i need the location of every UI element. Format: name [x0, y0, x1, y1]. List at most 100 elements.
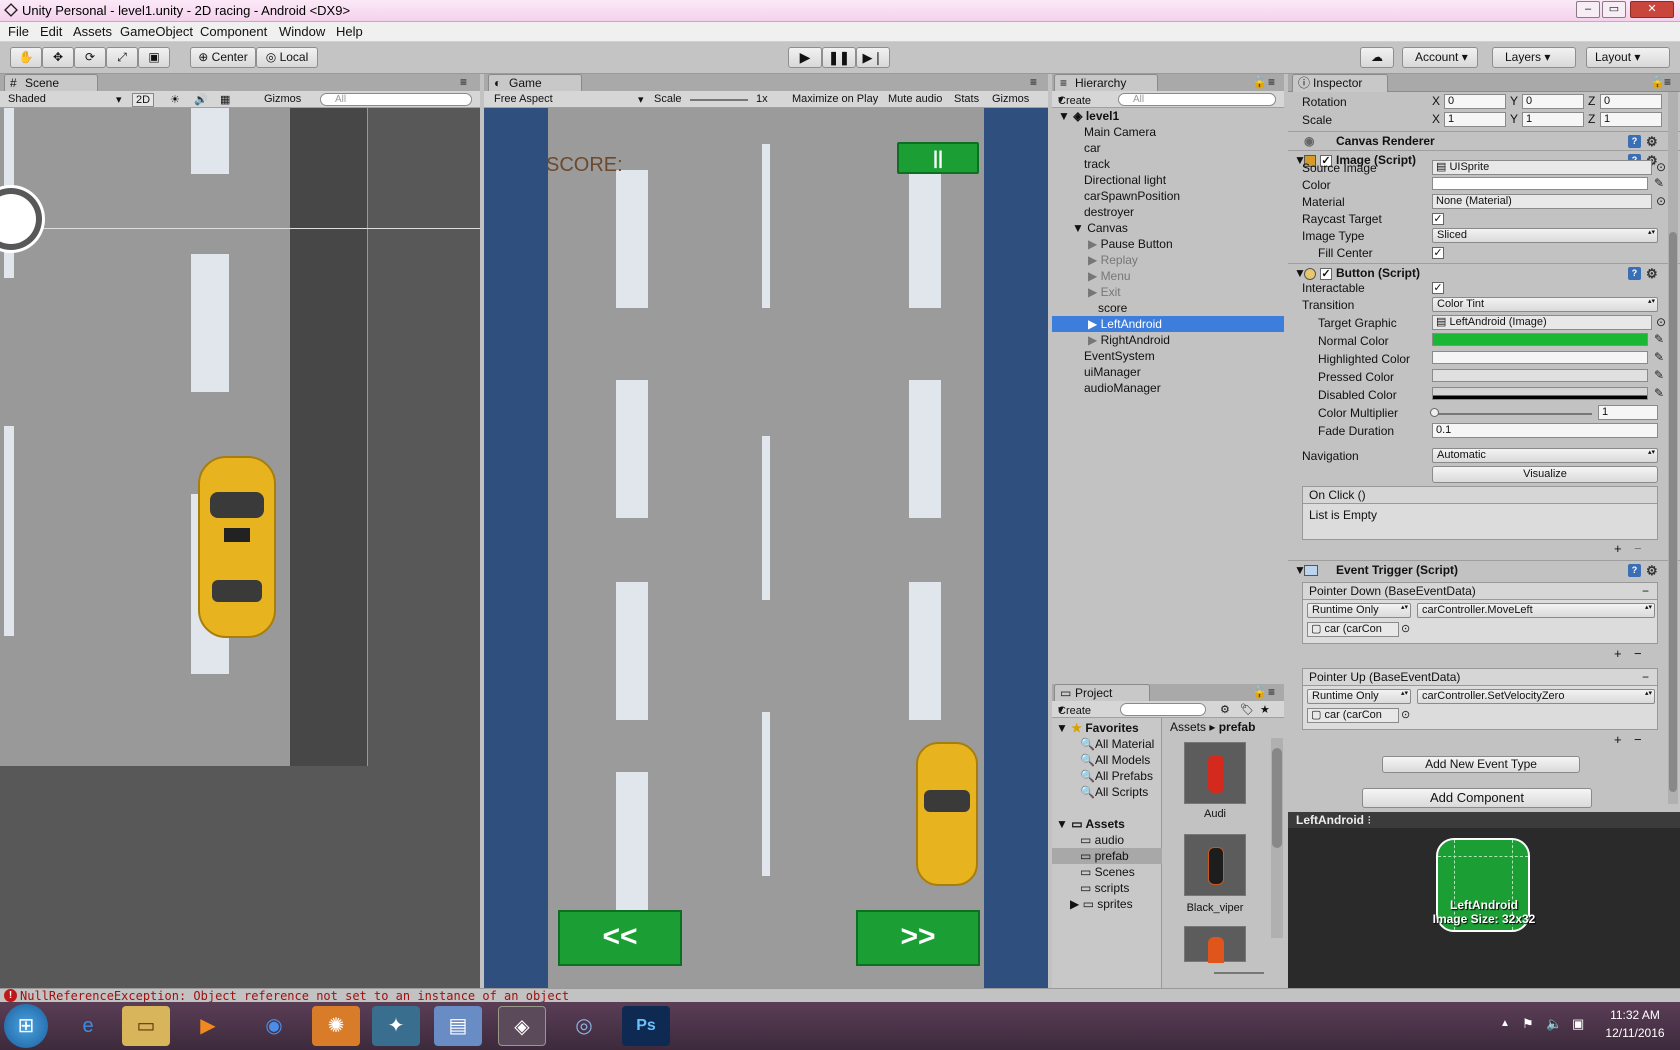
add-new-event-type-button[interactable]: Add New Event Type: [1382, 756, 1580, 773]
project-scrollbar[interactable]: [1271, 738, 1283, 938]
object-picker-icon[interactable]: ⊙: [1656, 315, 1666, 329]
target-object-field[interactable]: ▢ car (carCon: [1307, 622, 1399, 637]
favorite-all-models[interactable]: 🔍All Models: [1052, 752, 1162, 768]
transition-dropdown[interactable]: Color Tint: [1432, 297, 1658, 312]
project-scroll-thumb[interactable]: [1272, 748, 1282, 848]
menu-file[interactable]: File: [8, 24, 29, 39]
hierarchy-item-destroyer[interactable]: destroyer: [1052, 204, 1284, 220]
scene-gizmos-dropdown[interactable]: Gizmos: [264, 93, 301, 105]
color-multiplier-field[interactable]: 1: [1598, 405, 1658, 420]
eclipse-icon[interactable]: ◎: [560, 1006, 608, 1046]
pressed-color-swatch[interactable]: [1432, 369, 1648, 382]
hierarchy-scene-root[interactable]: ▼ ◈ level1: [1052, 108, 1284, 124]
clock-time[interactable]: 11:32 AM: [1600, 1008, 1670, 1022]
hierarchy-item-menu[interactable]: ▶ Menu: [1052, 268, 1284, 284]
hierarchy-item-car[interactable]: car: [1052, 140, 1284, 156]
favorite-all-prefabs[interactable]: 🔍All Prefabs: [1052, 768, 1162, 784]
pivot-local-toggle[interactable]: ◎ Local: [256, 47, 318, 68]
status-bar[interactable]: ! NullReferenceException: Object referen…: [0, 988, 1680, 1003]
right-android-button[interactable]: >>: [856, 910, 980, 966]
preview-drag-icon[interactable]: ⁝: [1367, 813, 1371, 827]
start-button-icon[interactable]: ⊞: [4, 1004, 48, 1048]
audio-toggle-icon[interactable]: 🔊: [194, 93, 208, 106]
scene-viewport[interactable]: [0, 108, 480, 988]
help-icon[interactable]: ?: [1628, 267, 1641, 280]
target-graphic-field[interactable]: ▤ LeftAndroid (Image): [1432, 315, 1652, 330]
disabled-color-swatch[interactable]: [1432, 387, 1648, 400]
scale-y-field[interactable]: 1: [1522, 112, 1584, 127]
visualize-button[interactable]: Visualize: [1432, 466, 1658, 483]
remove-listener-icon[interactable]: −: [1634, 732, 1642, 747]
hierarchy-item-right-android[interactable]: ▶ RightAndroid: [1052, 332, 1284, 348]
unity-taskbar-icon[interactable]: ◈: [498, 1006, 546, 1046]
media-player-icon[interactable]: ▶: [184, 1006, 232, 1046]
filter-label-icon[interactable]: 🏷: [1240, 703, 1254, 716]
asset-folder-sprites[interactable]: ▶ ▭ sprites: [1052, 896, 1162, 912]
car-sprite[interactable]: [198, 456, 276, 638]
asset-folder-prefab[interactable]: ▭ prefab: [1052, 848, 1162, 864]
scene-search-input[interactable]: All: [320, 93, 472, 106]
flag-icon[interactable]: ⚑: [1522, 1016, 1534, 1032]
app-icon[interactable]: ✺: [312, 1006, 360, 1046]
favorites-header[interactable]: ▼ ★ Favorites: [1052, 720, 1162, 736]
eyedropper-icon[interactable]: ✎: [1654, 332, 1664, 346]
panel-menu-icon[interactable]: ≡: [460, 75, 467, 89]
aspect-dropdown[interactable]: Free Aspect: [494, 93, 553, 105]
canvas-renderer-header[interactable]: ◉ Canvas Renderer ? ⚙: [1288, 131, 1680, 150]
gear-icon[interactable]: ⚙: [1646, 135, 1658, 148]
interactable-checkbox[interactable]: ✓: [1432, 282, 1444, 294]
hierarchy-item-canvas[interactable]: ▼ Canvas: [1052, 220, 1284, 236]
hierarchy-item-track[interactable]: track: [1052, 156, 1284, 172]
lock-icon[interactable]: 🔒: [1650, 75, 1665, 89]
minimize-button[interactable]: ‒: [1576, 1, 1600, 18]
move-tool-icon[interactable]: ✥: [42, 47, 74, 68]
layers-dropdown[interactable]: Layers ▾: [1492, 47, 1576, 68]
layout-dropdown[interactable]: Layout ▾: [1586, 47, 1670, 68]
hierarchy-item-main-camera[interactable]: Main Camera: [1052, 124, 1284, 140]
network-icon[interactable]: ▣: [1572, 1016, 1584, 1032]
lock-icon[interactable]: 🔒: [1252, 75, 1267, 89]
scale-z-field[interactable]: 1: [1600, 112, 1662, 127]
tab-hierarchy[interactable]: ≡ Hierarchy: [1054, 74, 1158, 92]
target-object-field[interactable]: ▢ car (carCon: [1307, 708, 1399, 723]
account-dropdown[interactable]: Account ▾: [1402, 47, 1478, 68]
runtime-mode-dropdown[interactable]: Runtime Only: [1307, 603, 1411, 618]
cloud-icon[interactable]: ☁: [1360, 47, 1394, 68]
lock-icon[interactable]: 🔒: [1252, 685, 1267, 699]
tab-project[interactable]: ▭ Project: [1054, 684, 1150, 702]
scale-slider[interactable]: [690, 99, 748, 101]
panel-menu-icon[interactable]: ≡: [1268, 685, 1275, 699]
project-create-dropdown[interactable]: Create ▾: [1058, 703, 1091, 717]
eyedropper-icon[interactable]: ✎: [1654, 386, 1664, 400]
menu-assets[interactable]: Assets: [73, 24, 112, 39]
remove-event-icon[interactable]: −: [1642, 583, 1649, 599]
help-icon[interactable]: ?: [1628, 135, 1641, 148]
step-button[interactable]: ▶❘: [856, 47, 890, 68]
remove-event-icon[interactable]: −: [1642, 669, 1649, 685]
menu-help[interactable]: Help: [336, 24, 363, 39]
color-swatch[interactable]: [1432, 177, 1648, 190]
favorite-all-scripts[interactable]: 🔍All Scripts: [1052, 784, 1162, 800]
eyedropper-icon[interactable]: ✎: [1654, 176, 1664, 190]
hierarchy-item-car-spawn-position[interactable]: carSpawnPosition: [1052, 188, 1284, 204]
error-message[interactable]: NullReferenceException: Object reference…: [20, 989, 569, 1003]
navigation-dropdown[interactable]: Automatic: [1432, 448, 1658, 463]
material-field[interactable]: None (Material): [1432, 194, 1652, 209]
event-trigger-header[interactable]: ▼ Event Trigger (Script) ? ⚙: [1288, 560, 1680, 579]
highlighted-color-swatch[interactable]: [1432, 351, 1648, 364]
panel-menu-icon[interactable]: ≡: [1664, 75, 1671, 89]
hierarchy-item-score[interactable]: score: [1052, 300, 1284, 316]
asset-folder-audio[interactable]: ▭ audio: [1052, 832, 1162, 848]
preview-header[interactable]: LeftAndroid ⁝: [1288, 812, 1680, 828]
volume-icon[interactable]: 🔈: [1546, 1016, 1562, 1032]
hierarchy-create-dropdown[interactable]: Create ▾: [1058, 93, 1091, 107]
menu-edit[interactable]: Edit: [40, 24, 62, 39]
clock-date[interactable]: 12/11/2016: [1600, 1026, 1670, 1040]
object-picker-icon[interactable]: ⊙: [1656, 160, 1666, 174]
rotate-tool-icon[interactable]: ⟳: [74, 47, 106, 68]
gear-icon[interactable]: ⚙: [1646, 564, 1658, 577]
add-component-button[interactable]: Add Component: [1362, 788, 1592, 808]
hierarchy-item-event-system[interactable]: EventSystem: [1052, 348, 1284, 364]
color-multiplier-slider[interactable]: [1434, 413, 1592, 415]
help-icon[interactable]: ?: [1628, 564, 1641, 577]
